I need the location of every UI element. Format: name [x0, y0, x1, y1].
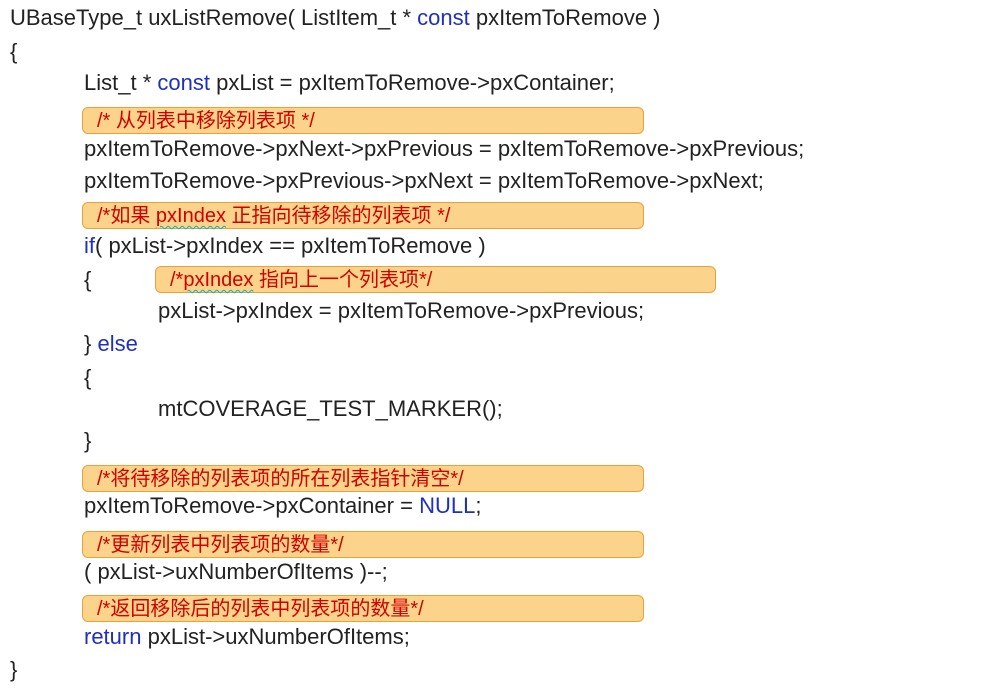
comment-remove-item: /* 从列表中移除列表项 */ — [82, 107, 644, 134]
comment-part: /*如果 — [97, 205, 156, 227]
if-open-brace: { — [84, 267, 92, 292]
return-keyword: return — [84, 624, 142, 649]
comment-part: 指向上一个列表项*/ — [253, 269, 433, 291]
code-line-if: if( pxList->pxIndex == pxItemToRemove ) — [84, 232, 486, 260]
signature-part: UBaseType_t uxListRemove( ListItem_t * — [10, 5, 418, 30]
comment-part: /* — [170, 269, 184, 291]
comment-index-previous: /*pxIndex 指向上一个列表项*/ — [155, 266, 716, 293]
code-line-pxlist: List_t * const pxList = pxItemToRemove->… — [84, 69, 615, 97]
const-keyword: const — [157, 70, 210, 95]
null-keyword: NULL — [419, 493, 476, 518]
code-line-else: } else — [84, 330, 138, 358]
comment-update-count: /*更新列表中列表项的数量*/ — [82, 531, 644, 558]
code-line-previous-next: pxItemToRemove->pxPrevious->pxNext = pxI… — [84, 168, 764, 193]
else-keyword: else — [97, 331, 138, 356]
code-line-next-previous: pxItemToRemove->pxNext->pxPrevious = pxI… — [84, 136, 805, 161]
comment-part: pxIndex — [155, 205, 226, 227]
code-line-decrement: ( pxList->uxNumberOfItems )--; — [84, 559, 388, 584]
code-line-coverage-marker: mtCOVERAGE_TEST_MARKER(); — [158, 396, 503, 421]
code-part: List_t * — [84, 70, 158, 95]
comment-part: pxIndex — [183, 269, 254, 291]
comment-clear-container: /*将待移除的列表项的所在列表指针清空*/ — [82, 465, 644, 492]
code-part: pxList->uxNumberOfItems; — [141, 624, 410, 649]
code-part: pxList = pxItemToRemove->pxContainer; — [209, 70, 615, 95]
code-part: ( pxList->pxIndex == pxItemToRemove ) — [95, 233, 486, 258]
const-keyword: const — [417, 5, 470, 30]
code-part: } — [84, 331, 98, 356]
function-signature: UBaseType_t uxListRemove( ListItem_t * c… — [10, 4, 661, 32]
signature-part: pxItemToRemove ) — [469, 5, 661, 30]
comment-part: 正指向待移除的列表项 */ — [225, 205, 451, 227]
if-keyword: if — [84, 233, 95, 258]
code-part: pxItemToRemove->pxContainer = — [84, 493, 420, 518]
code-line-return: return pxList->uxNumberOfItems; — [84, 623, 410, 651]
else-close-brace: } — [84, 428, 92, 453]
code-part: ; — [475, 493, 482, 518]
open-brace: { — [10, 39, 18, 64]
close-brace: } — [10, 657, 18, 682]
code-line-container-null: pxItemToRemove->pxContainer = NULL; — [84, 492, 481, 520]
comment-return-count: /*返回移除后的列表中列表项的数量*/ — [82, 595, 644, 622]
comment-if-index: /*如果 pxIndex 正指向待移除的列表项 */ — [82, 202, 644, 229]
code-line-index-assign: pxList->pxIndex = pxItemToRemove->pxPrev… — [158, 298, 645, 323]
else-open-brace: { — [84, 365, 92, 390]
